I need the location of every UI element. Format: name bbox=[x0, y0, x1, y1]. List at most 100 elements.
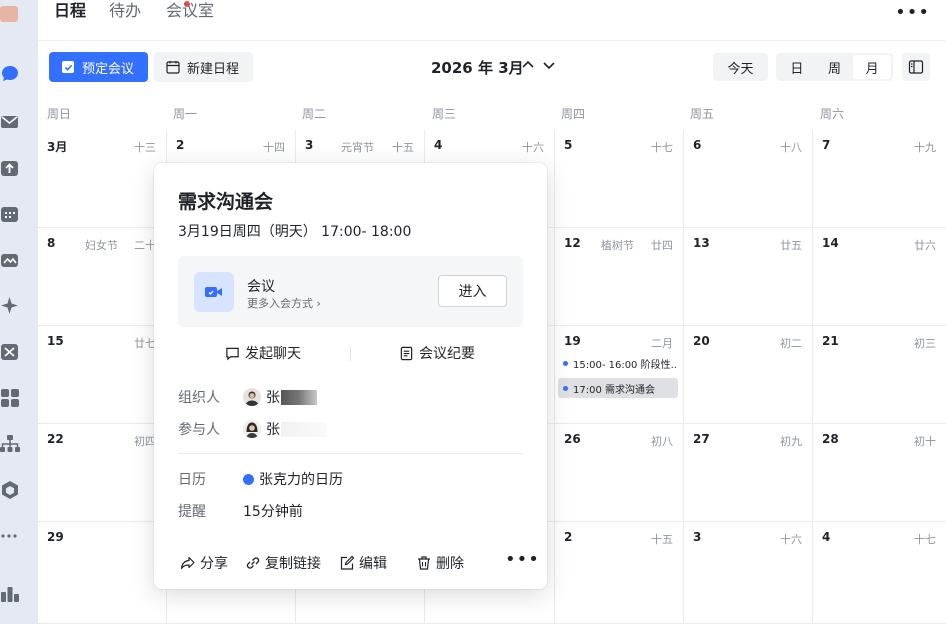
ai-sparkle-icon[interactable] bbox=[0, 296, 20, 316]
new-event-button[interactable]: 新建日程 bbox=[154, 52, 253, 82]
event-title: 需求沟通会 bbox=[178, 191, 274, 213]
tab-schedule[interactable]: 日程 bbox=[54, 0, 86, 22]
day-cell[interactable]: 21 初三 bbox=[813, 326, 946, 424]
prev-month-chevron-up-icon[interactable] bbox=[520, 57, 536, 73]
day-cell[interactable]: 27 初九 bbox=[684, 424, 813, 522]
event-label: 17:00 需求沟通会 bbox=[573, 384, 655, 396]
user-avatar-icon[interactable] bbox=[0, 4, 20, 24]
meeting-icon[interactable] bbox=[0, 250, 20, 270]
view-switcher: 日 周 月 bbox=[776, 53, 893, 81]
calendar-event[interactable]: 17:00 需求沟通会 bbox=[558, 378, 678, 398]
view-day-button[interactable]: 日 bbox=[778, 55, 816, 79]
event-detail-popover: 需求沟通会 3月19日周四（明天） 17:00- 18:00 会议 更多入会方式… bbox=[154, 163, 547, 589]
day-cell[interactable]: 22 初四 bbox=[38, 424, 167, 522]
day-cell[interactable]: 20 初二 bbox=[684, 326, 813, 424]
new-event-label: 新建日程 bbox=[187, 61, 240, 77]
lunar-date: 初四 bbox=[134, 435, 156, 448]
calendar-icon[interactable] bbox=[0, 204, 20, 224]
meeting-minutes-label: 会议纪要 bbox=[419, 346, 475, 362]
attendee[interactable]: 张 bbox=[243, 419, 327, 439]
day-number: 4 bbox=[822, 530, 831, 544]
calendar-color-dot bbox=[243, 473, 254, 485]
copy-link-button[interactable]: 复制链接 bbox=[245, 553, 321, 573]
day-cell[interactable]: 26 初八 bbox=[555, 424, 684, 522]
toggle-sidebar-button[interactable] bbox=[902, 53, 930, 81]
enter-meeting-button[interactable]: 进入 bbox=[438, 275, 507, 307]
delete-label: 删除 bbox=[436, 556, 464, 572]
day-cell[interactable]: 19 二月 15:00- 16:00 阶段性... 17:00 需求沟通会 bbox=[555, 326, 684, 424]
day-cell[interactable]: 2 十五 bbox=[555, 522, 684, 624]
day-cell[interactable]: 6 十八 bbox=[684, 130, 813, 228]
day-cell[interactable]: 29 bbox=[38, 522, 167, 624]
day-cell[interactable]: 5 十七 bbox=[555, 130, 684, 228]
copy-link-label: 复制链接 bbox=[265, 556, 321, 572]
day-number: 21 bbox=[822, 334, 839, 348]
day-cell[interactable]: 4 十七 bbox=[813, 522, 946, 624]
more-apps-icon[interactable] bbox=[0, 526, 20, 546]
share-button[interactable]: 分享 bbox=[180, 553, 228, 573]
popover-more-button[interactable]: ••• bbox=[505, 549, 540, 570]
day-cell[interactable]: 3 十六 bbox=[684, 522, 813, 624]
lunar-date: 初二 bbox=[780, 337, 802, 350]
day-cell[interactable]: 28 初十 bbox=[813, 424, 946, 522]
festival-label: 元宵节 bbox=[341, 141, 374, 154]
meeting-card: 会议 更多入会方式 › 进入 bbox=[178, 256, 523, 327]
weekday-label: 周日 bbox=[47, 107, 72, 121]
lunar-date: 二月 bbox=[651, 337, 673, 350]
day-cell[interactable]: 3月 十三 bbox=[38, 130, 167, 228]
tab-todo[interactable]: 待办 bbox=[109, 0, 141, 22]
more-join-options-link[interactable]: 更多入会方式 › bbox=[247, 295, 321, 311]
view-week-button[interactable]: 周 bbox=[816, 55, 854, 79]
day-cell[interactable]: 15 廿七 bbox=[38, 326, 167, 424]
edit-button[interactable]: 编辑 bbox=[339, 553, 387, 573]
attendee-name: 张 bbox=[266, 422, 280, 438]
section-divider bbox=[178, 453, 523, 454]
day-cell[interactable]: 14 廿六 bbox=[813, 228, 946, 326]
day-number: 3 bbox=[693, 530, 702, 544]
apps-grid-icon[interactable] bbox=[0, 388, 20, 408]
top-tab-bar: 日程 待办 会议室 ••• bbox=[38, 0, 946, 40]
share-label: 分享 bbox=[200, 556, 228, 572]
tab-meeting-room[interactable]: 会议室 bbox=[166, 0, 214, 22]
lunar-date: 二十 bbox=[134, 239, 156, 252]
day-number: 7 bbox=[822, 138, 831, 152]
messages-icon[interactable] bbox=[0, 64, 20, 84]
app-rail bbox=[0, 0, 38, 624]
next-month-chevron-down-icon[interactable] bbox=[541, 57, 557, 73]
calendar-event[interactable]: 15:00- 16:00 阶段性... bbox=[558, 353, 678, 373]
festival-label: 植树节 bbox=[601, 239, 634, 252]
redacted-name bbox=[281, 421, 327, 437]
day-number: 8 bbox=[47, 236, 56, 250]
upload-icon[interactable] bbox=[0, 158, 20, 178]
book-meeting-button[interactable]: 预定会议 bbox=[49, 52, 148, 82]
start-chat-button[interactable]: 发起聊天 bbox=[225, 343, 301, 363]
day-number: 3 bbox=[305, 138, 314, 152]
day-cell[interactable]: 7 十九 bbox=[813, 130, 946, 228]
day-number: 6 bbox=[693, 138, 702, 152]
lunar-date: 十九 bbox=[914, 141, 936, 154]
stats-icon[interactable] bbox=[0, 584, 20, 604]
organizer[interactable]: 张 bbox=[243, 387, 317, 407]
mail-icon[interactable] bbox=[0, 112, 20, 132]
lunar-date: 十七 bbox=[651, 141, 673, 154]
approval-icon[interactable] bbox=[0, 342, 20, 362]
day-number: 27 bbox=[693, 432, 710, 446]
calendar-label: 日历 bbox=[178, 472, 206, 488]
hexagon-app-icon[interactable] bbox=[0, 480, 20, 500]
delete-button[interactable]: 删除 bbox=[416, 553, 464, 573]
attendees-label: 参与人 bbox=[178, 422, 220, 438]
view-month-button[interactable]: 月 bbox=[853, 55, 892, 79]
action-divider bbox=[350, 347, 351, 361]
day-number: 2 bbox=[176, 138, 185, 152]
lunar-date: 初三 bbox=[914, 337, 936, 350]
lunar-date: 十六 bbox=[522, 141, 544, 154]
day-cell[interactable]: 8 二十 妇女节 bbox=[38, 228, 167, 326]
more-menu-button[interactable]: ••• bbox=[895, 2, 930, 23]
meeting-minutes-button[interactable]: 会议纪要 bbox=[399, 343, 475, 363]
day-cell[interactable]: 12 廿四 植树节 bbox=[555, 228, 684, 326]
lunar-date: 十五 bbox=[392, 141, 414, 154]
day-number: 15 bbox=[47, 334, 64, 348]
today-button[interactable]: 今天 bbox=[713, 53, 768, 81]
org-chart-icon[interactable] bbox=[0, 434, 20, 454]
day-cell[interactable]: 13 廿五 bbox=[684, 228, 813, 326]
